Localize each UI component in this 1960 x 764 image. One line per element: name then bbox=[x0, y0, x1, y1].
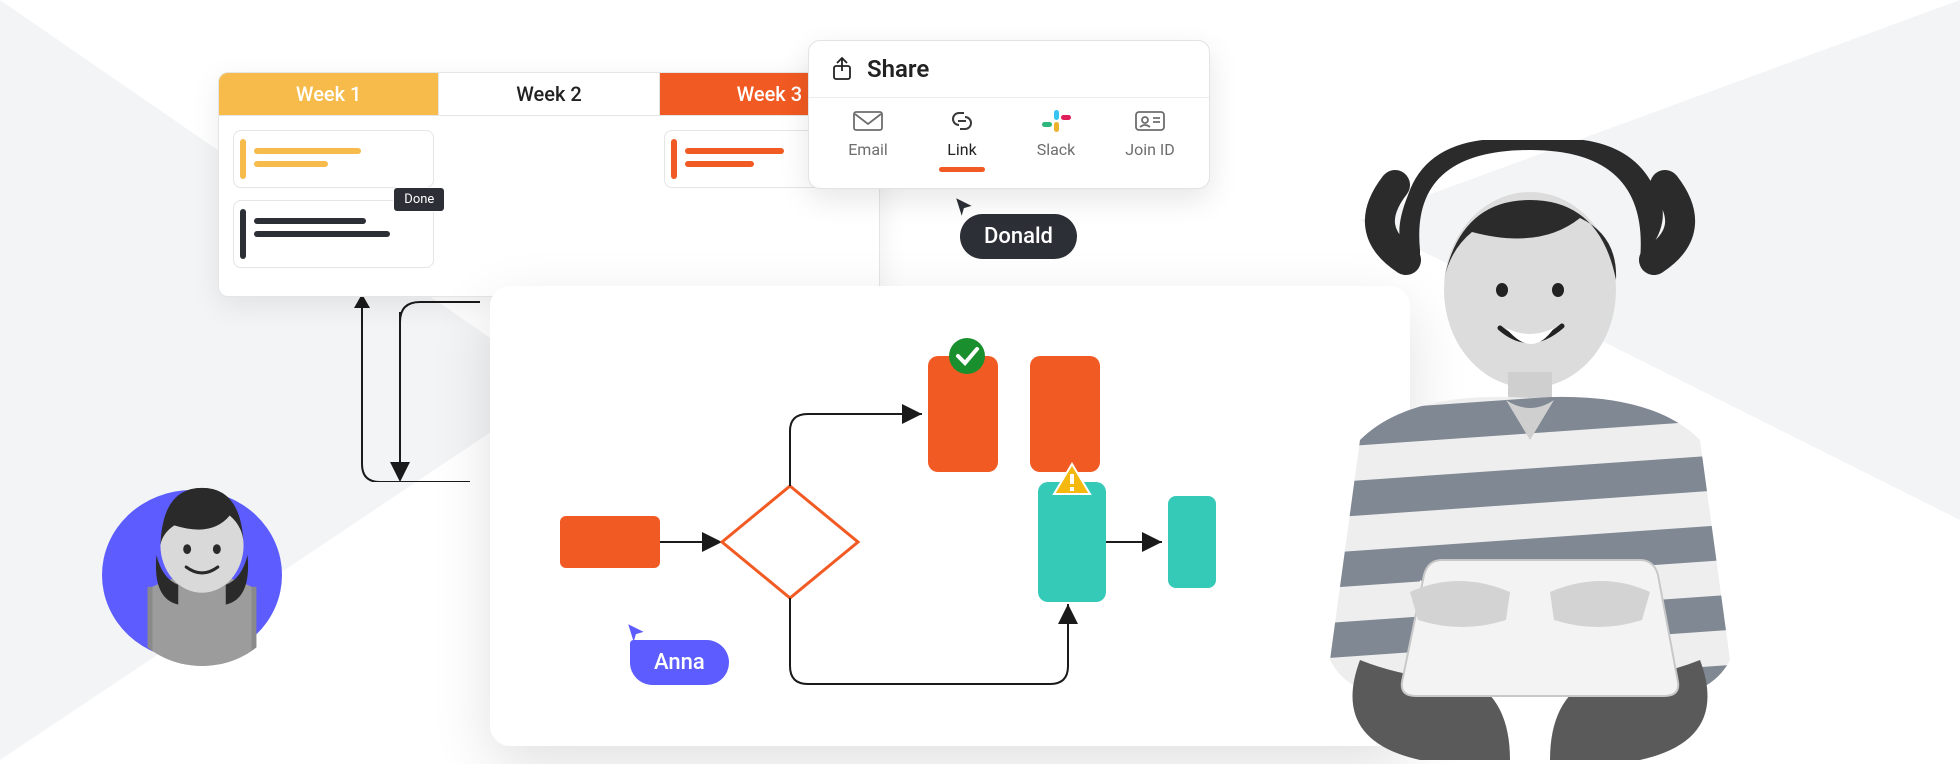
share-item-label: Email bbox=[848, 140, 888, 159]
column-week-2 bbox=[448, 130, 649, 282]
share-panel: Share Email Link bbox=[808, 40, 1210, 189]
share-title: Share bbox=[867, 55, 929, 83]
person-donald bbox=[1210, 140, 1850, 760]
share-link[interactable]: Link bbox=[927, 108, 997, 172]
cursor-donald: Donald bbox=[960, 214, 1077, 259]
share-item-label: Join ID bbox=[1125, 140, 1175, 159]
share-icon bbox=[831, 56, 853, 82]
laptop bbox=[1402, 560, 1678, 696]
flow-node-decision[interactable] bbox=[722, 486, 858, 598]
avatar-anna bbox=[102, 472, 292, 662]
flow-node-teal-a[interactable] bbox=[1038, 482, 1106, 602]
slack-icon bbox=[1040, 108, 1072, 134]
cursor-icon bbox=[626, 622, 648, 644]
tab-week-2[interactable]: Week 2 bbox=[439, 73, 659, 115]
link-icon bbox=[946, 108, 978, 134]
task-card[interactable]: Done bbox=[233, 200, 434, 268]
task-card[interactable] bbox=[233, 130, 434, 188]
cursor-icon bbox=[954, 196, 976, 218]
column-week-1: Done bbox=[233, 130, 434, 282]
email-icon bbox=[852, 108, 884, 134]
share-join-id[interactable]: Join ID bbox=[1115, 108, 1185, 172]
share-slack[interactable]: Slack bbox=[1021, 108, 1091, 172]
flow-node-teal-b[interactable] bbox=[1168, 496, 1216, 588]
weeks-board: Week 1 Week 2 Week 3 Done bbox=[218, 72, 880, 297]
week-tabs: Week 1 Week 2 Week 3 bbox=[219, 73, 879, 116]
share-item-label: Slack bbox=[1037, 140, 1076, 159]
share-item-label: Link bbox=[947, 140, 976, 159]
connector-arrow bbox=[340, 282, 480, 482]
cursor-anna: Anna bbox=[630, 640, 729, 685]
flow-node-start[interactable] bbox=[560, 516, 660, 568]
flow-node-orange-b[interactable] bbox=[1030, 356, 1100, 472]
share-email[interactable]: Email bbox=[833, 108, 903, 172]
done-badge: Done bbox=[393, 187, 445, 212]
join-id-icon bbox=[1134, 108, 1166, 134]
tab-week-1[interactable]: Week 1 bbox=[219, 73, 439, 115]
